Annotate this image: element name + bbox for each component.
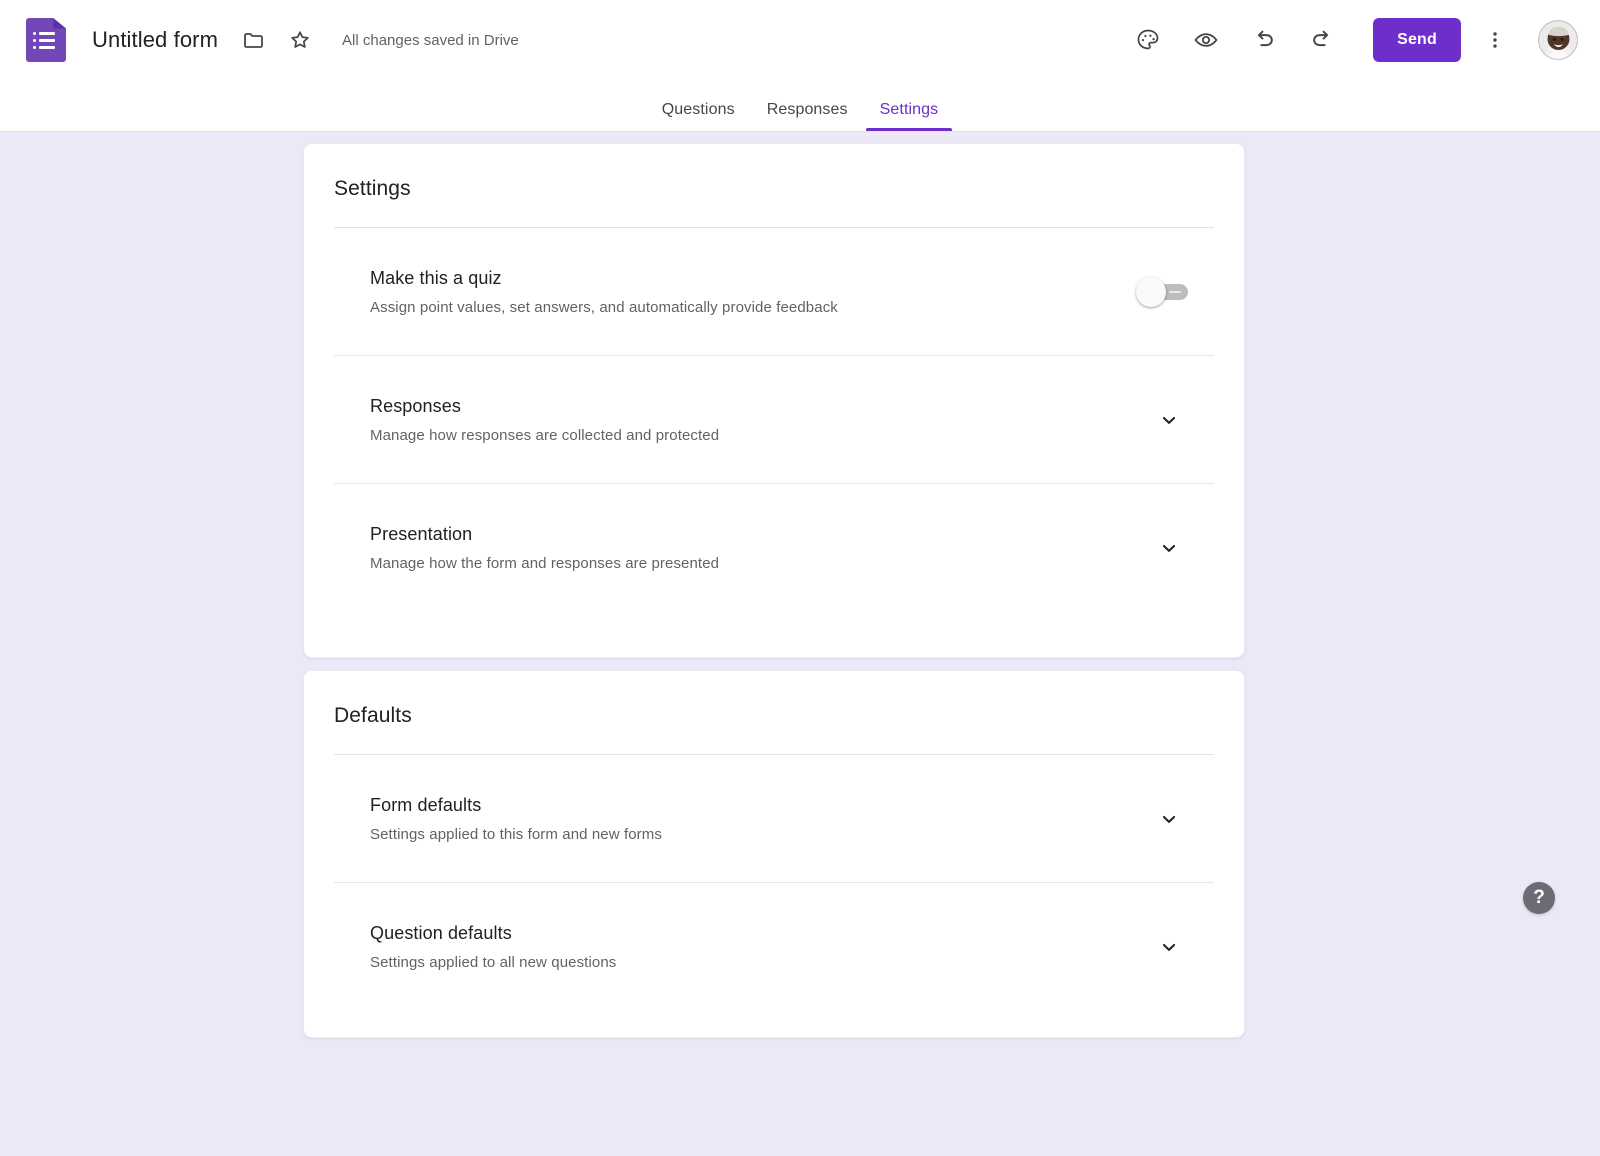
setting-row-make-this-a-quiz[interactable]: Make this a quiz Assign point values, se… bbox=[334, 228, 1214, 355]
redo-icon[interactable] bbox=[1302, 20, 1342, 60]
tab-responses[interactable]: Responses bbox=[751, 101, 864, 131]
eye-preview-icon[interactable] bbox=[1186, 20, 1226, 60]
setting-row-responses[interactable]: Responses Manage how responses are colle… bbox=[334, 355, 1214, 483]
send-button[interactable]: Send bbox=[1373, 18, 1461, 62]
top-app-bar: Untitled form All changes saved in Drive bbox=[0, 0, 1600, 80]
make-quiz-toggle[interactable] bbox=[1136, 277, 1188, 307]
folder-icon[interactable] bbox=[234, 20, 274, 60]
tab-bar: Questions Responses Settings bbox=[0, 80, 1600, 132]
redo-icon-glyph bbox=[1313, 30, 1329, 47]
settings-card-title: Settings bbox=[334, 177, 411, 200]
star-outline-icon[interactable] bbox=[280, 20, 320, 60]
undo-icon[interactable] bbox=[1244, 20, 1284, 60]
setting-text: Make this a quiz Assign point values, se… bbox=[370, 266, 1136, 318]
avatar-image bbox=[1539, 21, 1577, 59]
folder-icon-glyph bbox=[244, 33, 263, 48]
tab-questions[interactable]: Questions bbox=[646, 101, 751, 131]
setting-description: Settings applied to all new questions bbox=[370, 954, 617, 971]
setting-label: Make this a quiz bbox=[370, 268, 502, 288]
setting-label: Presentation bbox=[370, 524, 473, 544]
setting-description: Settings applied to this form and new fo… bbox=[370, 826, 662, 843]
chevron-down-icon-glyph bbox=[1162, 544, 1176, 552]
chevron-down-icon[interactable] bbox=[1154, 804, 1184, 834]
more-vert-icon-glyph bbox=[1493, 32, 1497, 48]
chevron-down-icon-glyph bbox=[1162, 416, 1176, 424]
chevron-down-icon[interactable] bbox=[1154, 533, 1184, 563]
settings-card: Settings Make this a quiz Assign point v… bbox=[303, 143, 1245, 658]
undo-icon-glyph bbox=[1258, 30, 1273, 47]
tab-settings[interactable]: Settings bbox=[864, 101, 955, 131]
more-vert-icon[interactable] bbox=[1475, 20, 1515, 60]
star-icon-glyph bbox=[291, 31, 309, 48]
form-title[interactable]: Untitled form bbox=[92, 27, 218, 53]
help-question-icon[interactable]: ? bbox=[1523, 882, 1555, 914]
setting-description: Manage how responses are collected and p… bbox=[370, 427, 720, 444]
palette-icon[interactable] bbox=[1128, 20, 1168, 60]
settings-content: Settings Make this a quiz Assign point v… bbox=[0, 132, 1600, 1156]
setting-label: Responses bbox=[370, 396, 461, 416]
setting-text: Responses Manage how responses are colle… bbox=[370, 394, 1154, 446]
setting-row-question-defaults[interactable]: Question defaults Settings applied to al… bbox=[334, 882, 1214, 1010]
google-forms-icon[interactable] bbox=[26, 18, 66, 62]
setting-label: Question defaults bbox=[370, 923, 512, 943]
chevron-down-icon[interactable] bbox=[1154, 405, 1184, 435]
avatar[interactable] bbox=[1538, 20, 1578, 60]
logo-list-lines bbox=[33, 32, 55, 49]
setting-label: Form defaults bbox=[370, 795, 482, 815]
toggle-knob bbox=[1136, 277, 1166, 307]
setting-row-presentation[interactable]: Presentation Manage how the form and res… bbox=[334, 483, 1214, 611]
chevron-down-icon-glyph bbox=[1162, 815, 1176, 823]
chevron-down-icon[interactable] bbox=[1154, 932, 1184, 962]
app-bar-actions: Send bbox=[1119, 18, 1600, 62]
setting-description: Manage how the form and responses are pr… bbox=[370, 555, 720, 572]
defaults-card-title: Defaults bbox=[334, 704, 412, 727]
eye-icon-glyph bbox=[1194, 33, 1218, 47]
defaults-card: Defaults Form defaults Settings applied … bbox=[303, 670, 1245, 1038]
setting-text: Question defaults Settings applied to al… bbox=[370, 921, 1154, 973]
chevron-down-icon-glyph bbox=[1162, 943, 1176, 951]
palette-icon-glyph bbox=[1137, 29, 1159, 50]
setting-row-form-defaults[interactable]: Form defaults Settings applied to this f… bbox=[334, 755, 1214, 882]
setting-text: Presentation Manage how the form and res… bbox=[370, 522, 1154, 574]
save-status-text: All changes saved in Drive bbox=[342, 31, 519, 49]
setting-text: Form defaults Settings applied to this f… bbox=[370, 793, 1154, 845]
logo-fold bbox=[53, 18, 66, 29]
setting-description: Assign point values, set answers, and au… bbox=[370, 299, 838, 316]
